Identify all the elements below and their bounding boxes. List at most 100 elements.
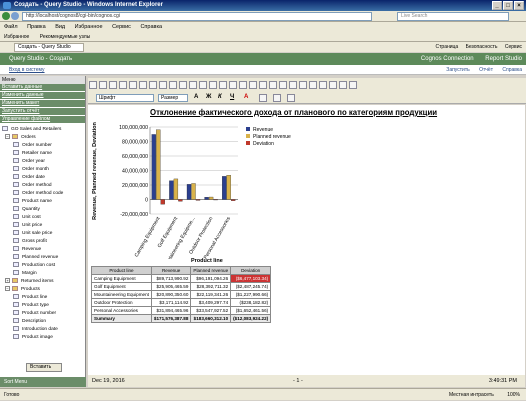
tree-item[interactable]: Unit price — [0, 222, 85, 230]
filter-icon[interactable] — [199, 81, 207, 89]
tree-item[interactable]: Order number — [0, 142, 85, 150]
edit-data-link[interactable]: Изменить данные — [0, 92, 85, 99]
tree-item[interactable]: Introduction date — [0, 326, 85, 334]
align-icon[interactable]: A — [194, 94, 198, 100]
tree-folder[interactable]: − Products — [0, 286, 85, 294]
save-as-icon[interactable] — [119, 81, 127, 89]
go-to-icon[interactable] — [309, 81, 317, 89]
fill-color-icon[interactable] — [259, 94, 267, 102]
drill-up-icon[interactable] — [299, 81, 307, 89]
table-cell[interactable]: $96,191,094.26 — [190, 274, 232, 283]
tree-item[interactable]: Order method — [0, 182, 85, 190]
change-layout-link[interactable]: Изменить макет — [0, 100, 85, 107]
column-header[interactable]: Deviation — [230, 266, 272, 275]
redo-icon[interactable] — [179, 81, 187, 89]
table-cell[interactable]: $31,894,465.96 — [150, 306, 192, 315]
suggested-sites[interactable]: Рекомендуемые узлы — [40, 34, 91, 40]
collapse-icon[interactable]: − — [5, 286, 10, 292]
font-color-icon[interactable]: A — [244, 94, 248, 100]
font-select[interactable]: Шрифт — [96, 94, 154, 102]
chart-icon[interactable] — [249, 81, 257, 89]
table-cell[interactable]: ($1,227,990.66) — [230, 290, 272, 299]
size-select[interactable]: Размер — [158, 94, 188, 102]
suppress-icon[interactable] — [319, 81, 327, 89]
manage-file-link[interactable]: Управление файлом — [0, 116, 85, 123]
table-cell[interactable]: $33,547,927.52 — [190, 306, 232, 315]
group-icon[interactable] — [219, 81, 227, 89]
table-cell[interactable]: Camping Equipment — [91, 274, 152, 283]
table-cell[interactable]: $25,905,465.59 — [150, 282, 192, 291]
tree-item[interactable]: Product line — [0, 294, 85, 302]
table-cell[interactable]: ($1,652,461.56) — [230, 306, 272, 315]
search-input[interactable]: Live Search — [397, 12, 509, 21]
open-icon[interactable] — [99, 81, 107, 89]
forward-icon[interactable] — [11, 12, 19, 20]
underline-icon[interactable]: Ч — [230, 94, 234, 100]
tree-item[interactable]: Order month — [0, 166, 85, 174]
swap-icon[interactable] — [259, 81, 267, 89]
tree-item[interactable]: Unit cost — [0, 214, 85, 222]
summary-cell[interactable]: $171,576,387.88 — [150, 314, 192, 323]
tree-item[interactable]: Order date — [0, 174, 85, 182]
tree-item[interactable]: Margin — [0, 270, 85, 278]
help-link[interactable]: Справка — [502, 67, 522, 73]
table-cell[interactable]: $20,890,350.60 — [150, 290, 192, 299]
drill-down-icon[interactable] — [289, 81, 297, 89]
format-icon[interactable] — [339, 81, 347, 89]
back-icon[interactable] — [2, 12, 10, 20]
close-button[interactable]: × — [514, 1, 524, 10]
menu-help[interactable]: Справка — [140, 24, 162, 30]
column-header[interactable]: Planned revenue — [190, 266, 232, 275]
minimize-button[interactable]: _ — [492, 1, 502, 10]
table-cell[interactable]: Outdoor Protection — [91, 298, 152, 307]
border-icon[interactable] — [273, 94, 281, 102]
paste-icon[interactable] — [149, 81, 157, 89]
save-icon[interactable] — [109, 81, 117, 89]
column-header[interactable]: Product line — [91, 266, 152, 275]
url-input[interactable]: http://localhost/cognos8/cgi-bin/cognos.… — [22, 12, 372, 21]
menu-file[interactable]: Файл — [4, 24, 18, 30]
copy-icon[interactable] — [139, 81, 147, 89]
menu-edit[interactable]: Правка — [27, 24, 46, 30]
tree-item[interactable]: Description — [0, 318, 85, 326]
tools-menu[interactable]: Сервис — [505, 44, 522, 50]
tree-item[interactable]: Planned revenue — [0, 254, 85, 262]
tree-folder[interactable]: + Returned items — [0, 278, 85, 286]
page-menu[interactable]: Страница — [436, 44, 459, 50]
cut-icon[interactable] — [129, 81, 137, 89]
summary-cell[interactable]: $183,660,312.10 — [190, 314, 232, 323]
define-conditional-icon[interactable] — [329, 81, 337, 89]
tree-item[interactable]: Gross profit — [0, 238, 85, 246]
menu-view[interactable]: Вид — [55, 24, 65, 30]
tree-item[interactable]: Product name — [0, 198, 85, 206]
collapse-icon[interactable]: − — [5, 134, 10, 140]
menu-tools[interactable]: Сервис — [112, 24, 131, 30]
tree-item[interactable]: Quantity — [0, 206, 85, 214]
insert-data-link[interactable]: Вставить данные — [0, 84, 85, 91]
run-link[interactable]: Запустить — [446, 67, 469, 73]
table-cell[interactable]: $89,713,990.92 — [150, 274, 192, 283]
report-studio-link[interactable]: Report Studio — [485, 56, 522, 62]
table-cell[interactable]: $22,119,341.26 — [190, 290, 232, 299]
ungroup-icon[interactable] — [279, 81, 287, 89]
tree-folder[interactable]: − Orders — [0, 134, 85, 142]
run-report-link[interactable]: Запустить отчёт — [0, 108, 85, 115]
table-cell[interactable]: $28,392,711.32 — [190, 282, 232, 291]
table-cell[interactable]: Mountaineering Equipment — [91, 290, 152, 299]
bold-icon[interactable]: Ж — [206, 94, 211, 100]
expand-icon[interactable]: + — [5, 278, 10, 284]
table-cell[interactable]: $3,171,114.92 — [150, 298, 192, 307]
report-title[interactable]: Отклонение фактического дохода от планов… — [150, 108, 437, 117]
login-link[interactable]: Вход в систему — [9, 67, 45, 73]
tree-item[interactable]: Order method code — [0, 190, 85, 198]
run-icon[interactable] — [189, 81, 197, 89]
tree-item[interactable]: Revenue — [0, 246, 85, 254]
calculate-icon[interactable] — [239, 81, 247, 89]
tree-item[interactable]: Order year — [0, 158, 85, 166]
favorites-button[interactable]: Избранное — [4, 34, 29, 40]
tree-item[interactable]: Product type — [0, 302, 85, 310]
tree-item[interactable]: Production cost — [0, 262, 85, 270]
browser-tab[interactable]: Создать - Query Studio — [14, 43, 84, 52]
package-node[interactable]: GO Sales and Retailers — [0, 126, 85, 134]
sum-icon[interactable] — [229, 81, 237, 89]
